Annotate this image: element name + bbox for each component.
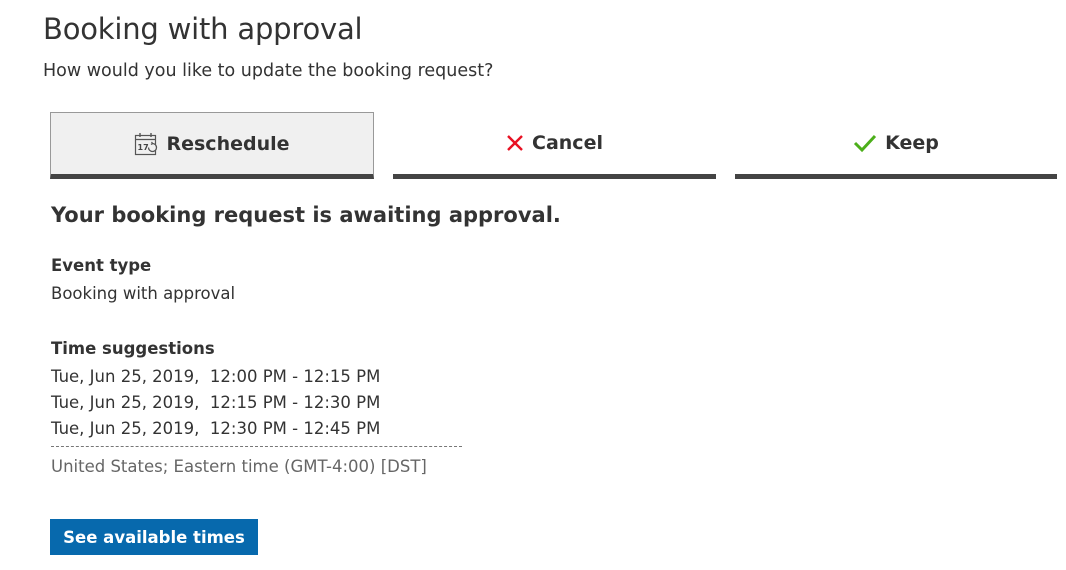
divider: [51, 446, 462, 447]
tab-cancel[interactable]: Cancel: [393, 112, 716, 179]
action-tabs: 17 Reschedule Cancel Keep: [50, 112, 1057, 180]
event-type-value: Booking with approval: [51, 284, 236, 303]
calendar-reschedule-icon: 17: [134, 132, 158, 156]
time-suggestion-item: Tue, Jun 25, 2019, 12:00 PM - 12:15 PM: [51, 367, 381, 386]
time-suggestions-list: Tue, Jun 25, 2019, 12:00 PM - 12:15 PM T…: [51, 366, 463, 444]
tab-reschedule[interactable]: 17 Reschedule: [50, 112, 374, 179]
page-subtitle: How would you like to update the booking…: [43, 61, 494, 81]
timezone-text: United States; Eastern time (GMT-4:00) […: [51, 457, 427, 476]
tab-keep-label: Keep: [885, 132, 939, 154]
tab-keep[interactable]: Keep: [735, 112, 1057, 179]
tab-reschedule-label: Reschedule: [166, 132, 290, 155]
tab-cancel-label: Cancel: [532, 132, 603, 154]
time-suggestions-label: Time suggestions: [51, 339, 215, 358]
event-type-label: Event type: [51, 256, 152, 275]
see-available-times-button[interactable]: See available times: [50, 519, 258, 555]
checkmark-icon: [853, 133, 877, 153]
time-suggestion-item: Tue, Jun 25, 2019, 12:30 PM - 12:45 PM: [51, 419, 381, 438]
page-title: Booking with approval: [43, 12, 363, 46]
status-heading: Your booking request is awaiting approva…: [51, 203, 561, 227]
x-icon: [506, 134, 524, 152]
time-suggestion-item: Tue, Jun 25, 2019, 12:15 PM - 12:30 PM: [51, 393, 381, 412]
calendar-day-text: 17: [138, 143, 149, 152]
